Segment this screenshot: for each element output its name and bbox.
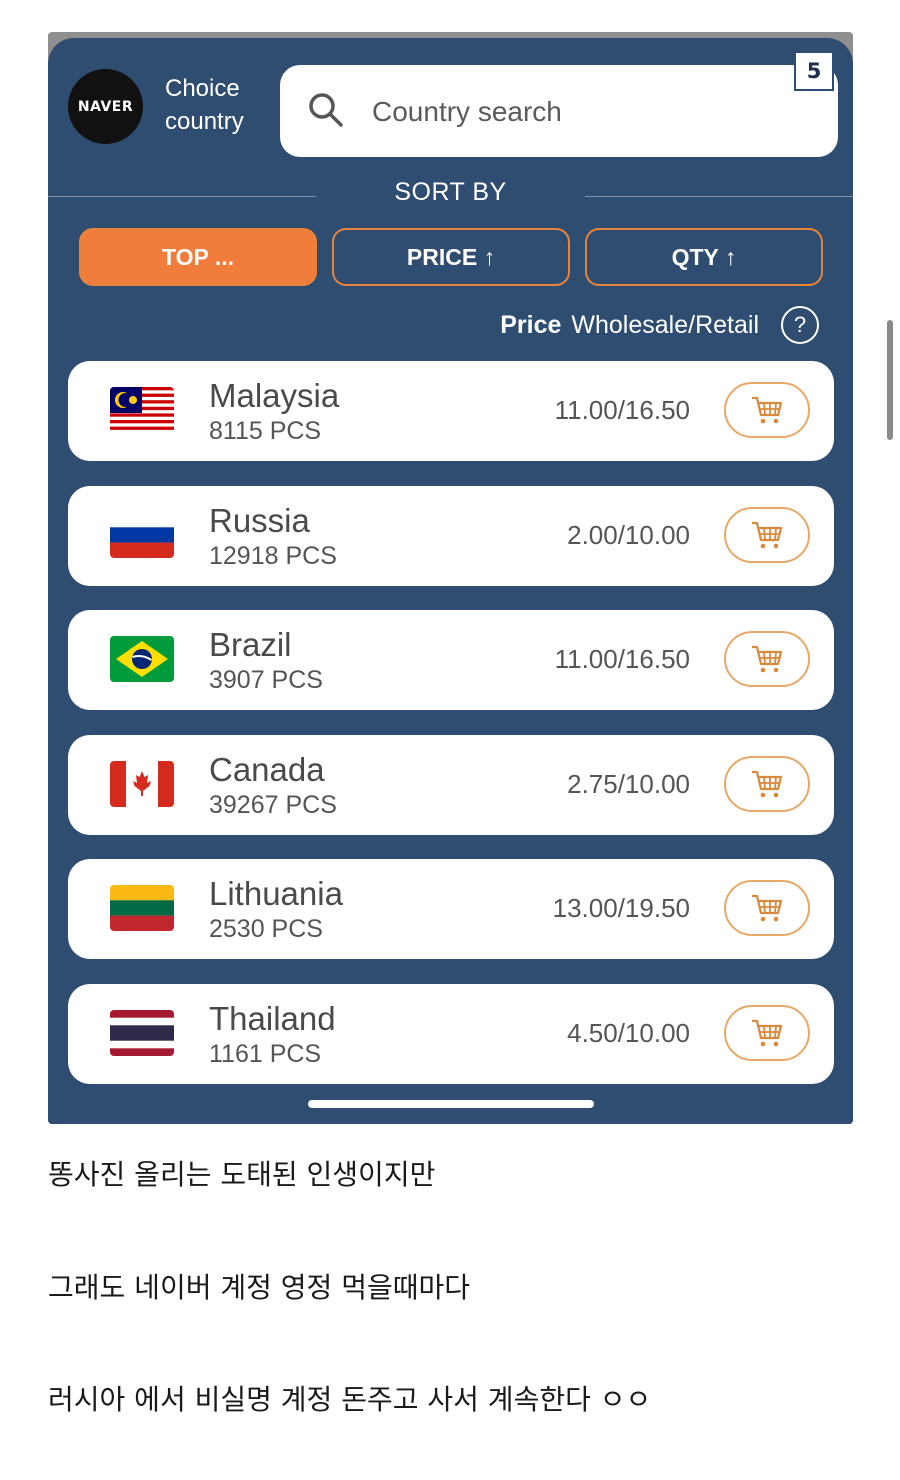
country-row[interactable]: Russia 12918 PCS 2.00/10.00: [68, 486, 834, 586]
canada-flag-icon: [110, 761, 174, 807]
cart-icon: [752, 645, 783, 673]
help-icon[interactable]: ?: [781, 306, 819, 344]
choice-country-label: Choice country: [165, 75, 244, 135]
thailand-flag-icon: [110, 1010, 174, 1056]
price-header: Price Wholesale/Retail ?: [500, 305, 819, 345]
sort-price-button[interactable]: PRICE ↑: [332, 228, 570, 286]
price-label: Price: [500, 310, 562, 339]
country-price: 4.50/10.00: [567, 1018, 690, 1048]
country-selection-panel: NAVER Choice country 5 SORT BY TOP ... P…: [48, 38, 853, 1124]
post-text-line: 그래도 네이버 계정 영정 먹을때마다: [48, 1271, 471, 1304]
cart-icon: [752, 770, 783, 798]
app-screenshot: NAVER Choice country 5 SORT BY TOP ... P…: [48, 32, 853, 1124]
cart-icon: [752, 1019, 783, 1047]
country-price: 2.75/10.00: [567, 769, 690, 799]
country-price: 13.00/19.50: [552, 893, 690, 923]
malaysia-flag-icon: [110, 387, 174, 433]
naver-logo: NAVER: [68, 69, 143, 144]
country-qty: 1161 PCS: [209, 1040, 322, 1068]
country-name: Lithuania: [209, 875, 343, 912]
post-text-line: 똥사진 올리는 도태된 인생이지만: [48, 1158, 436, 1191]
search-box[interactable]: [280, 65, 838, 157]
brazil-flag-icon: [110, 636, 174, 682]
country-qty: 3907 PCS: [209, 666, 323, 694]
cart-icon: [752, 396, 783, 424]
country-name: Thailand: [209, 1000, 336, 1037]
country-row[interactable]: Brazil 3907 PCS 11.00/16.50: [68, 610, 834, 710]
country-name: Malaysia: [209, 377, 340, 414]
country-price: 11.00/16.50: [554, 395, 690, 425]
country-name: Brazil: [209, 626, 292, 663]
country-row[interactable]: Thailand 1161 PCS 4.50/10.00: [68, 984, 834, 1084]
russia-flag-icon: [110, 512, 174, 558]
cart-icon: [752, 521, 783, 549]
country-row[interactable]: Lithuania 2530 PCS 13.00/19.50: [68, 859, 834, 959]
lithuania-flag-icon: [110, 885, 174, 931]
sort-by-title: SORT BY: [394, 178, 507, 206]
country-row[interactable]: Malaysia 8115 PCS 11.00/16.50: [68, 361, 834, 461]
country-qty: 39267 PCS: [209, 791, 337, 819]
country-row[interactable]: Canada 39267 PCS 2.75/10.00: [68, 735, 834, 835]
add-to-cart-button[interactable]: [724, 507, 810, 563]
country-name: Russia: [209, 502, 310, 539]
price-type-label: Wholesale/Retail: [571, 310, 759, 339]
country-search-input[interactable]: [370, 89, 754, 135]
search-icon: [307, 91, 345, 133]
page-scrollbar[interactable]: [887, 320, 893, 440]
sort-qty-button[interactable]: QTY ↑: [585, 228, 823, 286]
add-to-cart-button[interactable]: [724, 1005, 810, 1061]
home-indicator: [308, 1100, 594, 1108]
country-name: Canada: [209, 751, 325, 788]
cart-icon: [752, 894, 783, 922]
country-qty: 12918 PCS: [209, 542, 337, 570]
country-qty: 2530 PCS: [209, 915, 323, 943]
country-price: 11.00/16.50: [554, 644, 690, 674]
add-to-cart-button[interactable]: [724, 382, 810, 438]
count-badge: 5: [794, 51, 834, 91]
country-qty: 8115 PCS: [209, 417, 322, 445]
sort-divider-right: [585, 196, 853, 197]
add-to-cart-button[interactable]: [724, 631, 810, 687]
sort-top-button[interactable]: TOP ...: [79, 228, 317, 286]
country-price: 2.00/10.00: [567, 520, 690, 550]
add-to-cart-button[interactable]: [724, 880, 810, 936]
add-to-cart-button[interactable]: [724, 756, 810, 812]
post-text-line: 러시아 에서 비실명 계정 돈주고 사서 계속한다 ㅇㅇ: [48, 1383, 652, 1416]
